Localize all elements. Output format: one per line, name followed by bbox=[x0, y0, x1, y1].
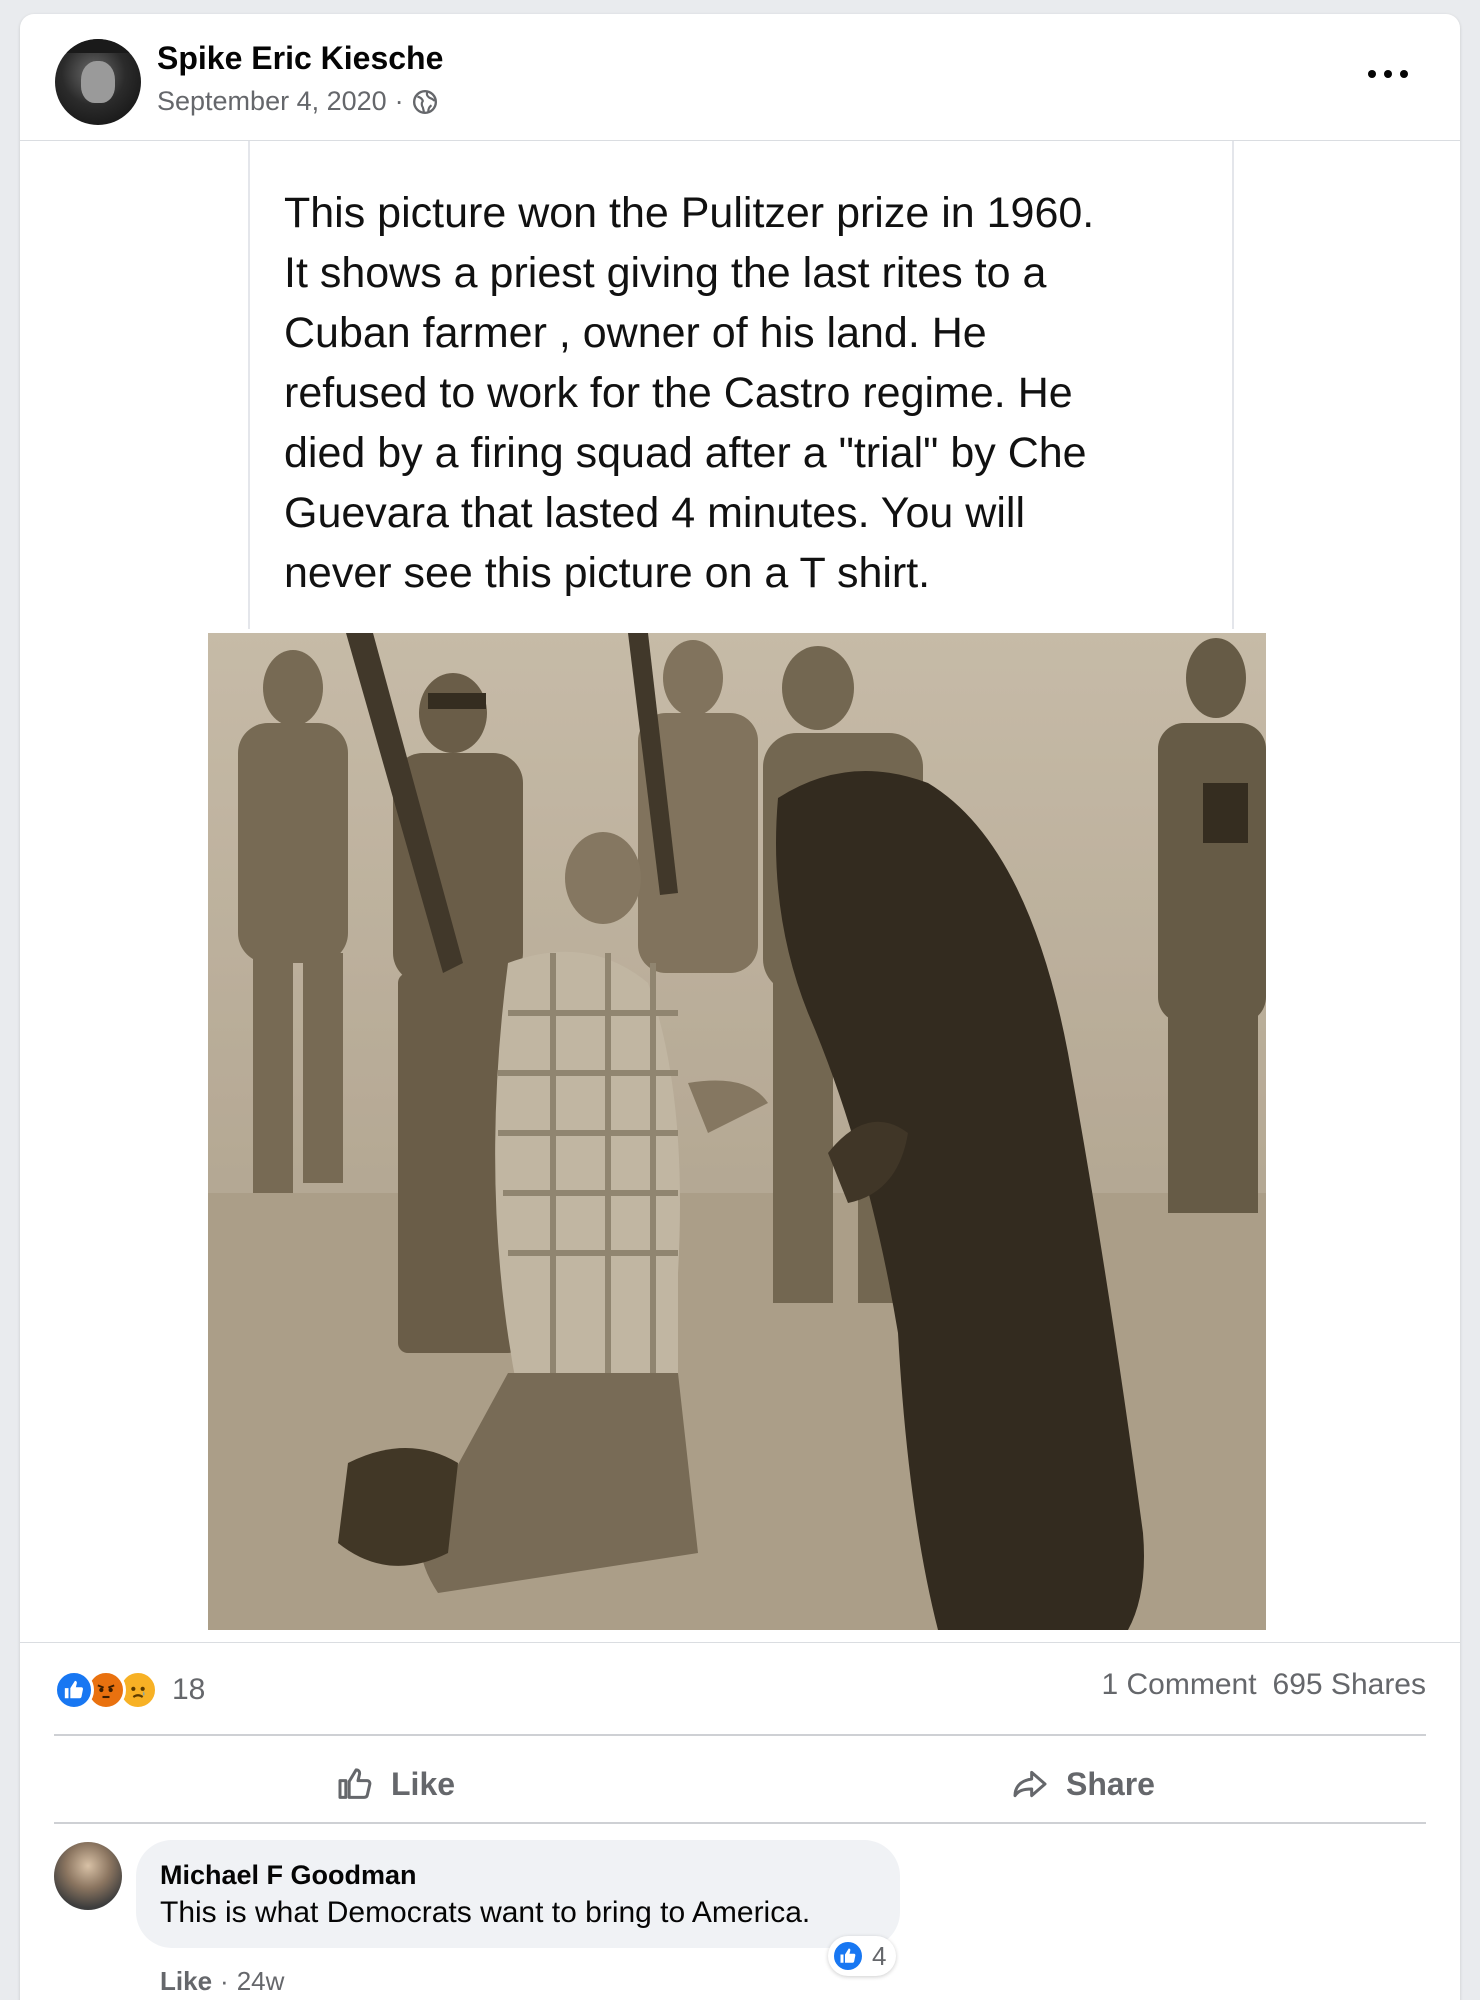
engagement-stats: 1 Comment 695 Shares bbox=[1101, 1668, 1426, 1702]
share-arrow-icon bbox=[1013, 1770, 1047, 1798]
comment-actions-separator: · bbox=[220, 1966, 229, 1996]
action-divider bbox=[54, 1822, 1426, 1824]
meta-separator: · bbox=[394, 86, 404, 116]
share-count-link[interactable]: 695 Shares bbox=[1273, 1668, 1426, 1702]
comment-actions: Like · 24w bbox=[160, 1966, 284, 1997]
post-text-line: This picture won the Pulitzer prize in 1… bbox=[284, 189, 1095, 237]
author-name[interactable]: Spike Eric Kiesche bbox=[157, 40, 443, 77]
author-avatar[interactable] bbox=[55, 39, 141, 125]
post-photo[interactable] bbox=[208, 633, 1266, 1630]
comment-reaction-count: 4 bbox=[872, 1940, 887, 1971]
more-options-icon[interactable] bbox=[1368, 64, 1408, 84]
thumbs-up-icon bbox=[338, 1768, 372, 1799]
post-text-line: Guevara that lasted 4 minutes. You will bbox=[284, 489, 1025, 537]
comment-age[interactable]: 24w bbox=[237, 1966, 285, 1997]
post-text-line: died by a firing squad after a "trial" b… bbox=[284, 429, 1087, 477]
like-reaction-icon bbox=[54, 1670, 94, 1710]
comment-like-link[interactable]: Like bbox=[160, 1966, 212, 1997]
post-text-line: refused to work for the Castro regime. H… bbox=[284, 369, 1073, 417]
like-button-label: Like bbox=[391, 1765, 456, 1802]
post-date[interactable]: September 4, 2020 bbox=[157, 86, 387, 117]
post-card: Spike Eric Kiesche September 4, 2020 · T… bbox=[20, 14, 1460, 2000]
share-button[interactable]: Share bbox=[1010, 1749, 1155, 1819]
post-text-panel: This picture won the Pulitzer prize in 1… bbox=[248, 141, 1234, 629]
reaction-count: 18 bbox=[172, 1673, 206, 1706]
comment-reaction-badge[interactable]: 4 bbox=[828, 1936, 897, 1976]
photo-divider bbox=[20, 1642, 1460, 1643]
comment-text: This is what Democrats want to bring to … bbox=[160, 1896, 811, 1929]
post-text-line: Cuban farmer , owner of his land. He bbox=[284, 309, 987, 357]
post-text: This picture won the Pulitzer prize in 1… bbox=[284, 183, 1214, 603]
comment-count-link[interactable]: 1 Comment bbox=[1101, 1668, 1256, 1702]
comment-bubble: Michael F Goodman This is what Democrats… bbox=[136, 1840, 900, 1948]
commenter-avatar[interactable] bbox=[54, 1842, 122, 1910]
stats-divider bbox=[54, 1734, 1426, 1736]
reaction-summary[interactable]: 18 bbox=[54, 1668, 205, 1712]
post-text-line: It shows a priest giving the last rites … bbox=[284, 249, 1047, 297]
post-meta: September 4, 2020 · bbox=[157, 86, 438, 117]
post-text-line: never see this picture on a T shirt. bbox=[284, 549, 931, 597]
like-button[interactable]: Like bbox=[335, 1749, 455, 1819]
like-reaction-icon bbox=[832, 1940, 864, 1972]
commenter-name[interactable]: Michael F Goodman bbox=[160, 1860, 417, 1891]
share-button-label: Share bbox=[1066, 1765, 1155, 1802]
globe-icon bbox=[412, 89, 437, 114]
